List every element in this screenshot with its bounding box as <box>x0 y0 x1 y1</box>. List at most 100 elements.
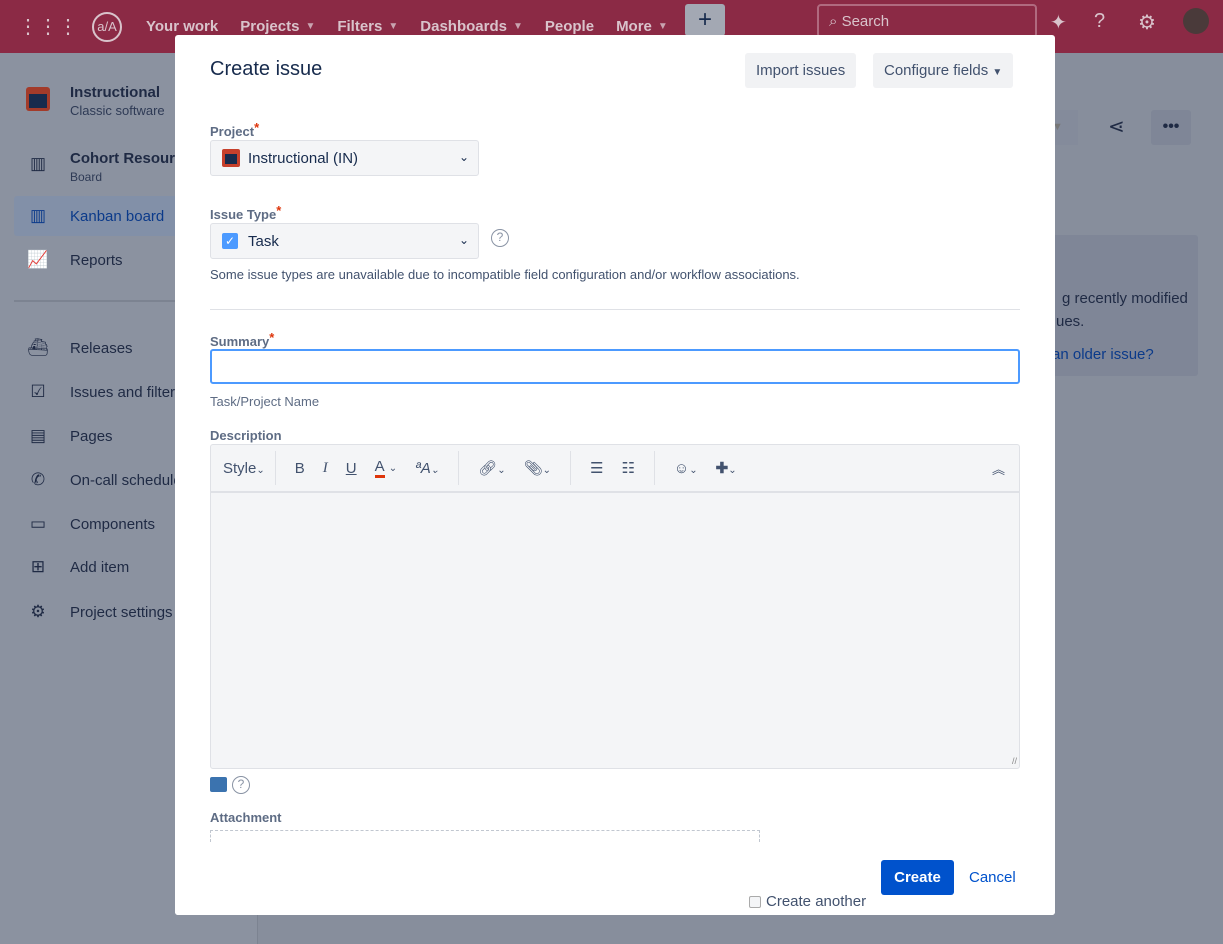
italic-button[interactable]: I <box>314 460 337 477</box>
page-icon: ▤ <box>29 426 47 445</box>
sidebar-item-label: Project settings <box>70 603 173 621</box>
import-issues-button[interactable]: Import issues <box>745 53 857 88</box>
underline-button[interactable]: U <box>337 460 366 477</box>
bullet-list-button[interactable]: ☰ <box>581 459 612 477</box>
chevron-down-icon: ⌄ <box>542 465 552 476</box>
chevron-down-icon: ▼ <box>388 21 399 32</box>
sidebar-item-sub: Board <box>70 170 103 184</box>
kanban-icon: ▥ <box>29 206 47 225</box>
search-placeholder: Search <box>841 13 890 30</box>
panel-link[interactable]: an older issue? <box>1052 346 1154 363</box>
label-text: Issue Type <box>210 207 277 222</box>
gear-icon: ⚙ <box>30 602 46 621</box>
nav-your-work[interactable]: Your work <box>146 18 218 35</box>
dropdown-button[interactable]: ▼ <box>1052 110 1078 145</box>
text-color-button[interactable]: A ⌄ <box>366 458 407 478</box>
required-marker: * <box>254 120 260 135</box>
help-icon[interactable]: ? <box>1094 10 1105 33</box>
style-label: Style <box>223 459 257 477</box>
more-formatting-icon: ªA <box>415 459 431 477</box>
emoji-button[interactable]: ☺⌄ <box>665 460 707 477</box>
description-label: Description <box>210 428 282 443</box>
nav-projects[interactable]: Projects ▼ <box>240 18 315 35</box>
chevron-down-icon: ▼ <box>305 21 316 32</box>
notifications-icon[interactable]: ✦ <box>1050 10 1067 35</box>
more-formatting-button[interactable]: ªA⌄ <box>406 460 448 477</box>
avatar[interactable] <box>1183 8 1209 34</box>
description-editor[interactable]: Style⌄ B I U A ⌄ ªA⌄ 🔗︎⌄ 📎︎⌄ ☰ ☷ ☺⌄ ✚⌄ ︽… <box>210 444 1020 769</box>
label-text: Summary <box>210 334 270 349</box>
help-icon[interactable]: ? <box>491 229 509 247</box>
search-input[interactable]: ⌕ Search <box>817 4 1037 38</box>
style-dropdown[interactable]: Style⌄ <box>223 460 265 477</box>
sidebar-item-label: Components <box>70 515 156 533</box>
nav-label: Your work <box>146 18 219 35</box>
chart-icon: 📈 <box>27 250 49 269</box>
divider <box>210 309 1020 310</box>
attachment-dropzone[interactable] <box>210 830 760 842</box>
sidebar-item-label: Issues and filters <box>70 383 183 401</box>
create-button[interactable]: Create <box>881 860 954 895</box>
configure-fields-button[interactable]: Configure fields ▼ <box>873 53 1014 88</box>
bold-button[interactable]: B <box>286 460 314 477</box>
bullet-list-icon: ☰ <box>590 460 604 477</box>
required-marker: * <box>269 330 275 345</box>
app-switcher-icon[interactable]: ⋮⋮⋮ <box>18 14 78 39</box>
share-icon[interactable]: ⋖ <box>1108 114 1125 139</box>
dialog-footer: Create another Create Cancel <box>175 860 1055 915</box>
chevron-down-icon: ⌄ <box>458 150 469 164</box>
chevron-down-icon: ▼ <box>992 67 1003 78</box>
create-button[interactable]: + <box>685 4 725 36</box>
panel-text: g recently modified <box>1062 290 1188 307</box>
attachment-button[interactable]: 📎︎⌄ <box>515 459 560 477</box>
chevron-down-icon: ⌄ <box>430 464 440 476</box>
cancel-button[interactable]: Cancel <box>969 869 1016 886</box>
project-type: Classic software <box>70 103 165 118</box>
issues-icon: ☑ <box>30 382 46 401</box>
summary-label: Summary* <box>210 330 274 349</box>
chevron-down-icon: ⌄ <box>497 465 506 476</box>
create-issue-dialog: Create issue Import issues Configure fie… <box>175 35 1055 915</box>
separator <box>570 451 572 485</box>
wiki-markup-icon[interactable] <box>210 777 227 792</box>
link-button[interactable]: 🔗︎⌄ <box>469 459 514 477</box>
chevron-down-icon: ⌄ <box>388 463 398 474</box>
select-value: Instructional (IN) <box>248 149 359 167</box>
separator <box>274 451 276 485</box>
resize-handle[interactable]: // <box>1012 756 1017 766</box>
create-another-checkbox[interactable] <box>749 896 761 908</box>
dialog-title: Create issue <box>210 58 323 80</box>
chevron-down-icon: ▼ <box>512 21 523 32</box>
summary-input[interactable] <box>210 349 1020 384</box>
label-text: Project <box>210 124 255 139</box>
numbered-list-icon: ☷ <box>621 460 635 477</box>
nav-label: More <box>616 18 652 35</box>
select-value: Task <box>248 232 279 250</box>
more-actions-button[interactable]: ••• <box>1151 110 1191 145</box>
issue-type-label: Issue Type* <box>210 203 281 222</box>
paperclip-icon: 📎︎ <box>523 460 543 477</box>
issue-type-select[interactable]: ✓ Task ⌄ <box>210 223 479 259</box>
project-select[interactable]: Instructional (IN) ⌄ <box>210 140 479 176</box>
nav-dashboards[interactable]: Dashboards ▼ <box>420 18 523 35</box>
collapse-toolbar-icon[interactable]: ︽ <box>992 459 1005 478</box>
nav-filters[interactable]: Filters ▼ <box>337 18 398 35</box>
board-icon: ▥ <box>29 154 47 173</box>
nav-label: Dashboards <box>420 18 507 35</box>
nav-label: Projects <box>240 18 300 35</box>
button-label: Configure fields <box>884 62 989 79</box>
insert-more-button[interactable]: ✚⌄ <box>707 459 746 477</box>
numbered-list-button[interactable]: ☷ <box>612 459 643 477</box>
help-icon[interactable]: ? <box>232 776 250 794</box>
gear-icon[interactable]: ⚙ <box>1138 10 1156 35</box>
nav-more[interactable]: More ▼ <box>616 18 668 35</box>
sidebar-item-label: Releases <box>70 339 133 357</box>
nav-people[interactable]: People <box>545 18 594 35</box>
search-icon: ⌕ <box>829 13 842 30</box>
chevron-down-icon: ⌄ <box>256 464 265 476</box>
create-another-label[interactable]: Create another <box>766 893 866 910</box>
logo[interactable]: a/A <box>92 11 122 42</box>
separator <box>653 451 655 485</box>
required-marker: * <box>276 203 282 218</box>
chevron-down-icon: ⌄ <box>458 233 469 247</box>
